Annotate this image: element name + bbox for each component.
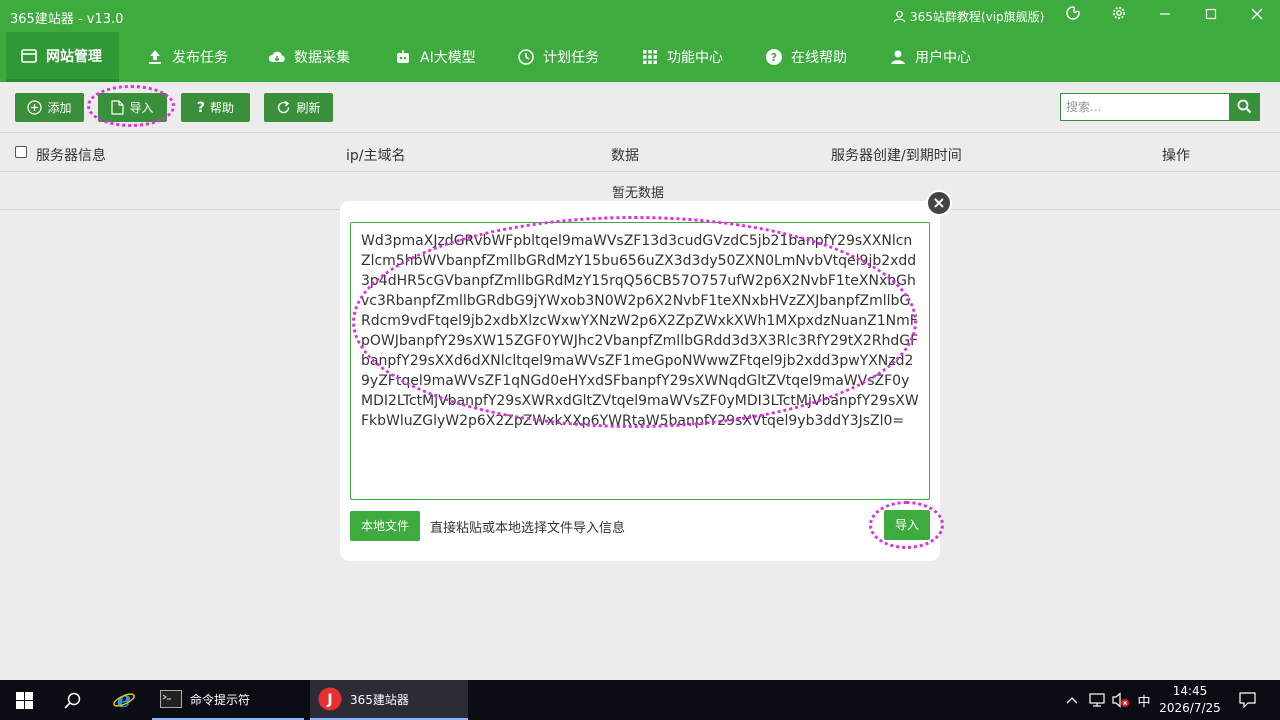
volume-muted-icon[interactable]	[1110, 680, 1132, 720]
grid-icon	[643, 50, 657, 64]
refresh-label: 刷新	[296, 101, 321, 115]
close-dialog-icon[interactable]: ×	[926, 190, 952, 216]
nav-label: 发布任务	[172, 50, 228, 66]
taskbar-app-label: 365建站器	[350, 692, 409, 707]
help-label: 帮助	[210, 101, 235, 115]
nav-scheduled-task[interactable]: 计划任务	[503, 32, 613, 82]
svg-text:e: e	[117, 688, 131, 712]
network-icon[interactable]	[1086, 680, 1108, 720]
import-data-textarea[interactable]: Wd3pmaXJzdGRvbWFpbltqel9maWVsZF13d3cudGV…	[350, 222, 930, 500]
365-app-icon: J	[318, 687, 342, 711]
cmd-icon	[160, 690, 182, 708]
taskbar: e 命令提示符 J 365建站器 中 14:45 2026/7/25	[0, 680, 1280, 720]
settings-gear-icon[interactable]	[1109, 6, 1129, 26]
nav-site-management[interactable]: 网站管理	[6, 32, 119, 82]
nav-label: AI大模型	[420, 50, 476, 66]
import-hint: 直接粘贴或本地选择文件导入信息	[430, 521, 626, 536]
ie-browser-icon[interactable]: e	[100, 680, 148, 720]
help-icon: ?	[766, 49, 782, 65]
empty-text: 暂无数据	[612, 186, 665, 201]
col-created-expiry: 服务器创建/到期时间	[831, 148, 962, 164]
svg-text:?: ?	[771, 51, 777, 64]
taskbar-app-label: 命令提示符	[190, 692, 251, 707]
nav-publish-task[interactable]: 发布任务	[132, 32, 242, 82]
taskbar-app-cmd[interactable]: 命令提示符	[152, 680, 304, 720]
col-ip-domain: ip/主域名	[346, 148, 406, 164]
skin-icon[interactable]	[1063, 6, 1083, 26]
add-button[interactable]: 添加	[15, 93, 84, 122]
ime-indicator[interactable]: 中	[1134, 680, 1154, 720]
file-icon	[111, 100, 125, 115]
table-header: 服务器信息 ip/主域名 数据 服务器创建/到期时间 操作	[0, 132, 1280, 172]
clock-time: 14:45	[1172, 684, 1208, 698]
nav-label: 用户中心	[915, 50, 971, 66]
search-icon	[1237, 99, 1252, 114]
start-windows-icon[interactable]	[0, 680, 48, 720]
search-input[interactable]: 搜索...	[1060, 93, 1230, 121]
add-label: 添加	[47, 101, 72, 115]
nav-user-center[interactable]: 用户中心	[875, 32, 985, 82]
main-nav: 网站管理 发布任务 数据采集 AI大模型 计划任务 功能中心 ? 在线帮助 用户…	[0, 32, 1280, 82]
notification-icon[interactable]	[1232, 680, 1262, 720]
tray-chevron-up-icon[interactable]	[1062, 680, 1082, 720]
robot-icon	[397, 50, 409, 63]
nav-label: 在线帮助	[791, 50, 847, 66]
nav-ai-model[interactable]: AI大模型	[380, 32, 490, 82]
select-all-checkbox[interactable]	[15, 146, 27, 158]
nav-data-collection[interactable]: 数据采集	[254, 32, 364, 82]
clock-icon	[518, 49, 534, 65]
nav-online-help[interactable]: ? 在线帮助	[751, 32, 861, 82]
cloud-download-icon	[268, 51, 285, 62]
user-badge-icon	[893, 10, 906, 23]
nav-label: 网站管理	[46, 48, 102, 65]
local-file-button[interactable]: 本地文件	[350, 511, 420, 541]
taskbar-clock[interactable]: 14:45 2026/7/25	[1152, 683, 1228, 717]
import-label: 导入	[129, 101, 154, 115]
help-button[interactable]: ? 帮助	[181, 93, 250, 122]
nav-label: 功能中心	[667, 50, 723, 66]
col-server-info: 服务器信息	[36, 148, 106, 164]
minimize-icon[interactable]	[1155, 6, 1175, 26]
col-data: 数据	[611, 148, 639, 164]
nav-label: 计划任务	[543, 50, 599, 66]
taskbar-search-icon[interactable]	[48, 680, 96, 720]
plus-circle-icon	[27, 100, 43, 115]
tutorial-label: 365站群教程(vip旗舰版)	[910, 10, 1045, 24]
dialog-import-button[interactable]: 导入	[884, 510, 930, 540]
search-button[interactable]	[1229, 93, 1260, 121]
close-window-icon[interactable]	[1247, 6, 1267, 26]
taskbar-app-365[interactable]: J 365建站器	[310, 680, 468, 720]
app-title: 365建站器 - v13.0	[10, 12, 124, 27]
nav-label: 数据采集	[294, 50, 350, 66]
import-button[interactable]: 导入	[98, 93, 167, 122]
tutorial-link[interactable]: 365站群教程(vip旗舰版)	[893, 8, 1044, 25]
user-icon	[891, 50, 905, 64]
upload-icon	[149, 50, 161, 64]
nav-function-center[interactable]: 功能中心	[627, 32, 737, 82]
refresh-button[interactable]: 刷新	[264, 93, 333, 122]
refresh-icon	[278, 100, 290, 114]
col-actions: 操作	[1162, 148, 1190, 164]
maximize-icon[interactable]	[1201, 6, 1221, 26]
title-bar: 365建站器 - v13.0 365站群教程(vip旗舰版)	[0, 0, 1280, 32]
window-icon	[21, 48, 37, 63]
svg-text:J: J	[326, 692, 332, 708]
question-icon: ?	[196, 99, 206, 116]
clock-date: 2026/7/25	[1159, 701, 1221, 715]
